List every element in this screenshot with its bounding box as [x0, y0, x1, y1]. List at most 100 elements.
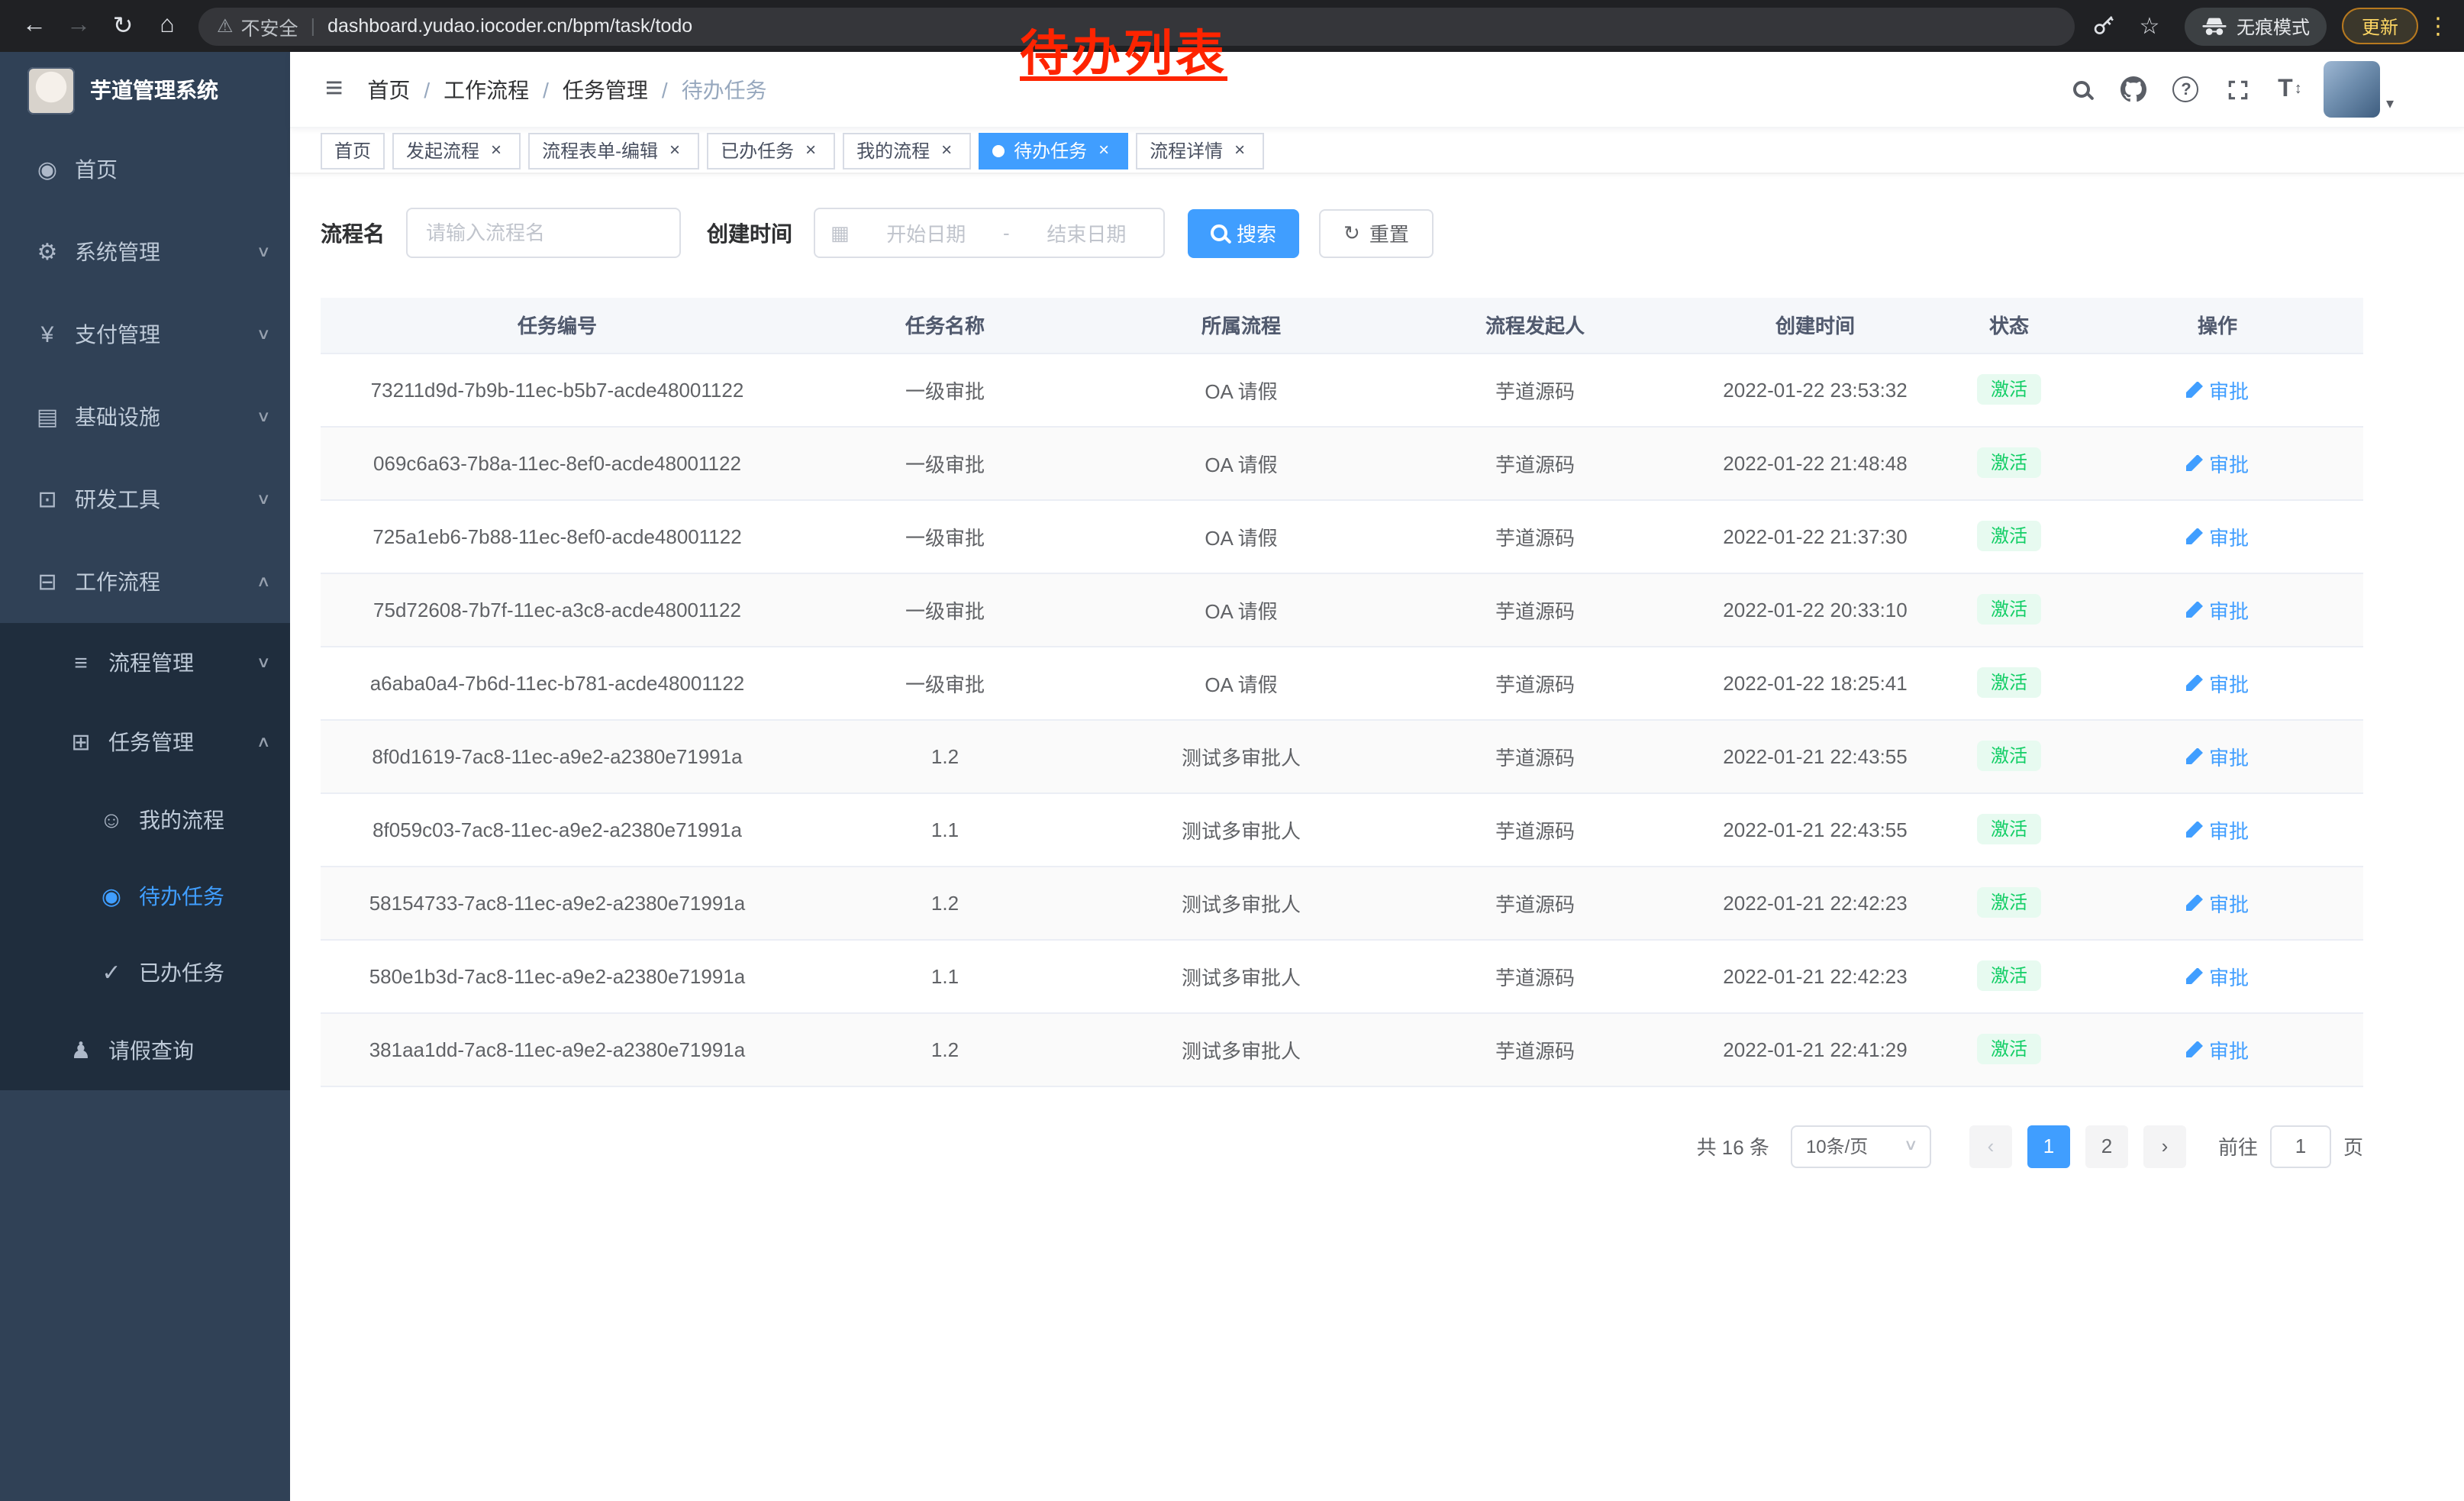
search-button[interactable]: 搜索 — [1188, 208, 1299, 257]
close-icon[interactable]: × — [485, 140, 507, 161]
close-icon[interactable]: × — [1229, 140, 1250, 161]
app-logo-row[interactable]: 芋道管理系统 — [0, 52, 290, 128]
page-button-2[interactable]: 2 — [2085, 1125, 2128, 1167]
date-range-picker[interactable]: ▦ 开始日期 - 结束日期 — [814, 208, 1165, 258]
refresh-icon[interactable]: ↻ — [101, 5, 145, 47]
font-size-icon[interactable]: T↕ — [2272, 66, 2308, 112]
goto-page-input[interactable] — [2270, 1125, 2331, 1167]
breadcrumb-item[interactable]: 任务管理 — [563, 74, 648, 105]
sidebar-item-my-process[interactable]: ☺ 我的流程 — [0, 782, 290, 858]
menu-label: 我的流程 — [139, 805, 224, 835]
breadcrumb-item[interactable]: 首页 — [367, 74, 410, 105]
chevron-down-icon: ∨ — [256, 491, 270, 508]
close-icon[interactable]: × — [800, 140, 821, 161]
close-icon[interactable]: × — [1093, 140, 1114, 161]
sidebar-item-dev-tools[interactable]: ⊡ 研发工具 ∨ — [0, 458, 290, 541]
update-button[interactable]: 更新 — [2342, 8, 2418, 44]
approve-link[interactable]: 审批 — [2186, 888, 2249, 917]
task-name-cell: 一级审批 — [794, 646, 1096, 719]
approve-link[interactable]: 审批 — [2186, 1035, 2249, 1064]
home-icon[interactable]: ⌂ — [145, 5, 189, 47]
approve-link[interactable]: 审批 — [2186, 961, 2249, 990]
tab-process-detail[interactable]: 流程详情 × — [1136, 132, 1264, 169]
status-cell: 激活 — [1946, 939, 2072, 1012]
page-button-1[interactable]: 1 — [2027, 1125, 2070, 1167]
approve-link[interactable]: 审批 — [2186, 741, 2249, 770]
back-icon[interactable]: ← — [12, 5, 56, 47]
tab-label: 流程详情 — [1150, 137, 1223, 163]
sidebar-toggle-icon[interactable]: ≡ — [313, 72, 355, 107]
app-logo — [27, 66, 75, 114]
bookmark-star-icon[interactable]: ☆ — [2130, 6, 2169, 46]
status-badge: 激活 — [1977, 447, 2041, 478]
tab-process-form-edit[interactable]: 流程表单-编辑 × — [528, 132, 699, 169]
approve-link[interactable]: 审批 — [2186, 668, 2249, 697]
sidebar-item-infrastructure[interactable]: ▤ 基础设施 ∨ — [0, 376, 290, 458]
approve-link[interactable]: 审批 — [2186, 375, 2249, 404]
initiator-cell: 芋道源码 — [1386, 646, 1684, 719]
sidebar-item-home[interactable]: ◉ 首页 — [0, 128, 290, 211]
help-icon[interactable]: ? — [2168, 66, 2204, 112]
table-row: 725a1eb6-7b88-11ec-8ef0-acde48001122 一级审… — [321, 499, 2363, 573]
sidebar-item-done-tasks[interactable]: ✓ 已办任务 — [0, 934, 290, 1011]
approve-link[interactable]: 审批 — [2186, 448, 2249, 477]
sidebar-item-system-mgmt[interactable]: ⚙ 系统管理 ∨ — [0, 211, 290, 293]
menu-label: 请假查询 — [108, 1035, 194, 1066]
close-icon[interactable]: × — [664, 140, 685, 161]
created-cell: 2022-01-22 23:53:32 — [1684, 353, 1946, 426]
process-name-input[interactable] — [406, 208, 681, 258]
github-icon[interactable] — [2116, 66, 2153, 112]
tab-label: 发起流程 — [406, 137, 479, 163]
pencil-icon — [2186, 821, 2203, 838]
process-cell: 测试多审批人 — [1096, 792, 1386, 866]
breadcrumb-item[interactable]: 工作流程 — [443, 74, 529, 105]
key-icon[interactable] — [2084, 6, 2124, 46]
reset-button[interactable]: ↻ 重置 — [1319, 208, 1434, 257]
tab-todo-tasks[interactable]: 待办任务 × — [979, 132, 1128, 169]
approve-link[interactable]: 审批 — [2186, 595, 2249, 624]
navbar-actions: ? T↕ ▾ — [2064, 61, 2394, 118]
status-cell: 激活 — [1946, 866, 2072, 939]
sidebar-item-process-mgmt[interactable]: ≡ 流程管理 ∨ — [0, 623, 290, 702]
process-cell: OA 请假 — [1096, 573, 1386, 646]
user-menu[interactable]: ▾ — [2324, 61, 2394, 118]
next-page-button[interactable]: › — [2143, 1125, 2186, 1167]
check-icon: ✓ — [95, 959, 128, 986]
table-row: 73211d9d-7b9b-11ec-b5b7-acde48001122 一级审… — [321, 353, 2363, 426]
sidebar-item-leave-query[interactable]: ♟ 请假查询 — [0, 1011, 290, 1090]
chevron-up-icon: ∧ — [256, 734, 270, 750]
page-unit-label: 页 — [2343, 1131, 2363, 1160]
fullscreen-icon[interactable] — [2220, 66, 2256, 112]
approve-link[interactable]: 审批 — [2186, 815, 2249, 844]
breadcrumb: 首页 / 工作流程 / 任务管理 / 待办任务 — [367, 74, 766, 105]
incognito-label: 无痕模式 — [2237, 13, 2310, 39]
created-cell: 2022-01-21 22:41:29 — [1684, 1012, 1946, 1086]
tab-done-tasks[interactable]: 已办任务 × — [707, 132, 835, 169]
security-label[interactable]: 不安全 — [241, 11, 298, 40]
sidebar-item-payment-mgmt[interactable]: ¥ 支付管理 ∨ — [0, 293, 290, 376]
chevron-down-icon: ∨ — [256, 244, 270, 260]
approve-link[interactable]: 审批 — [2186, 521, 2249, 550]
forward-icon[interactable]: → — [56, 5, 101, 47]
prev-page-button[interactable]: ‹ — [1969, 1125, 2012, 1167]
pagination: 共 16 条 10条/页 ∨ ‹ 1 2 › 前往 页 — [321, 1125, 2363, 1167]
page-size-select[interactable]: 10条/页 ∨ — [1791, 1125, 1931, 1167]
search-icon[interactable] — [2064, 66, 2101, 112]
process-cell: 测试多审批人 — [1096, 939, 1386, 1012]
column-header: 状态 — [1946, 298, 2072, 353]
close-icon[interactable]: × — [936, 140, 957, 161]
sidebar-item-todo-tasks[interactable]: ◉ 待办任务 — [0, 858, 290, 934]
process-cell: OA 请假 — [1096, 426, 1386, 499]
sidebar-item-task-mgmt[interactable]: ⊞ 任务管理 ∧ — [0, 702, 290, 782]
start-date-input[interactable]: 开始日期 — [865, 218, 988, 247]
url-text[interactable]: dashboard.yudao.iocoder.cn/bpm/task/todo — [327, 15, 692, 37]
browser-menu-icon[interactable]: ⋮ — [2424, 12, 2452, 40]
tab-my-process[interactable]: 我的流程 × — [843, 132, 971, 169]
sidebar-item-workflow[interactable]: ⊟ 工作流程 ∧ — [0, 541, 290, 623]
column-header: 任务编号 — [321, 298, 794, 353]
tab-start-process[interactable]: 发起流程 × — [392, 132, 521, 169]
end-date-input[interactable]: 结束日期 — [1025, 218, 1148, 247]
address-bar[interactable]: ⚠ 不安全 | dashboard.yudao.iocoder.cn/bpm/t… — [198, 7, 2075, 45]
avatar[interactable] — [2324, 61, 2380, 118]
tab-home[interactable]: 首页 — [321, 132, 385, 169]
